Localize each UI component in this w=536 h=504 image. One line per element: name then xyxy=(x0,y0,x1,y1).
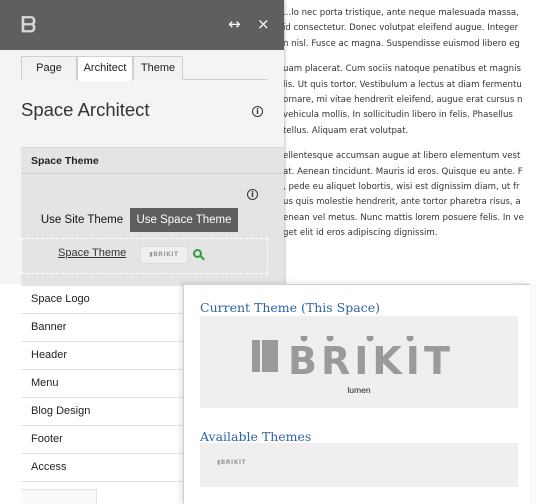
expand-arrows-icon[interactable]: ↔ xyxy=(228,15,241,33)
current-theme-heading: Current Theme (This Space) xyxy=(200,300,380,315)
current-theme-name: lumen xyxy=(347,385,371,395)
brikit-logo: BRIKIT xyxy=(252,336,454,376)
section-title: Space Theme xyxy=(31,155,99,167)
available-theme-tile[interactable]: ▮BRIKIT xyxy=(200,443,518,487)
background-line: ...lo nec porta tristique, ante neque ma… xyxy=(283,8,519,18)
close-icon[interactable]: × xyxy=(257,15,270,33)
background-page-text: ...lo nec porta tristique, ante neque ma… xyxy=(283,6,536,306)
section-info-icon[interactable]: i xyxy=(247,189,258,200)
logo-wordmark: BRIKIT xyxy=(288,339,454,376)
background-paragraph: ellentesque accumsan augue at libero ele… xyxy=(283,149,536,241)
search-icon[interactable] xyxy=(193,249,202,258)
background-line: uam placerat. Cum sociis natoque penatib… xyxy=(283,64,521,75)
background-paragraph: uam placerat. Cum sociis natoque penatib… xyxy=(283,62,536,139)
background-line: , pede eu aliquet lobortis, wisi est dig… xyxy=(283,182,520,193)
use-site-theme-button[interactable]: Use Site Theme xyxy=(34,208,130,232)
background-line: enean vel metus. Nunc mattis lorem posue… xyxy=(283,212,524,223)
background-line: at. Aenean tincidunt. Mauris id eros. Qu… xyxy=(283,166,523,177)
panel-tabs: Page Architect Theme xyxy=(21,56,267,81)
page-title: Space Architect xyxy=(21,99,150,120)
use-space-theme-button[interactable]: Use Space Theme xyxy=(130,208,238,232)
tab-page[interactable]: Page xyxy=(21,56,77,80)
current-theme-preview: BRIKIT lumen xyxy=(200,316,518,408)
background-line: lis. Ut quis tortor. Vestibulum a lectus… xyxy=(283,79,522,90)
info-icon[interactable]: i xyxy=(252,106,263,117)
tab-theme[interactable]: Theme xyxy=(133,56,183,80)
tab-architect[interactable]: Architect xyxy=(77,56,133,81)
background-line: vehicula mollis. In sollicitudin libero … xyxy=(283,110,513,121)
space-theme-link[interactable]: Space Theme xyxy=(58,247,126,259)
background-line: get elit id eros adipiscing dignissim. xyxy=(283,228,438,239)
theme-picker-popup: Current Theme (This Space) BRIKIT lumen … xyxy=(183,284,530,504)
background-line: us quis molestie hendrerit, ante tortor … xyxy=(283,197,521,208)
brikit-b-icon: ᗷ xyxy=(21,13,36,37)
background-line: id consectetur. Donec volutpat eleifend … xyxy=(283,23,519,34)
background-line: n nisl. Fusce ac magna. Suspendisse euis… xyxy=(283,38,520,49)
background-line: tellus. Aliquam erat volutpat. xyxy=(283,125,409,136)
space-theme-section-header: Space Theme xyxy=(21,147,284,174)
available-themes-heading: Available Themes xyxy=(200,429,312,444)
background-line: ornare, mi vitae hendrerit eleifend, aug… xyxy=(283,95,523,106)
background-paragraph: ...lo nec porta tristique, ante neque ma… xyxy=(283,6,536,52)
panel-footer-tab xyxy=(21,489,97,504)
panel-header: ᗷ ↔ × xyxy=(0,0,284,50)
background-line: ellentesque accumsan augue at libero ele… xyxy=(283,151,521,162)
available-theme-logo: ▮BRIKIT xyxy=(217,459,247,466)
theme-thumbnail: ▮BRIKIT xyxy=(140,246,188,264)
